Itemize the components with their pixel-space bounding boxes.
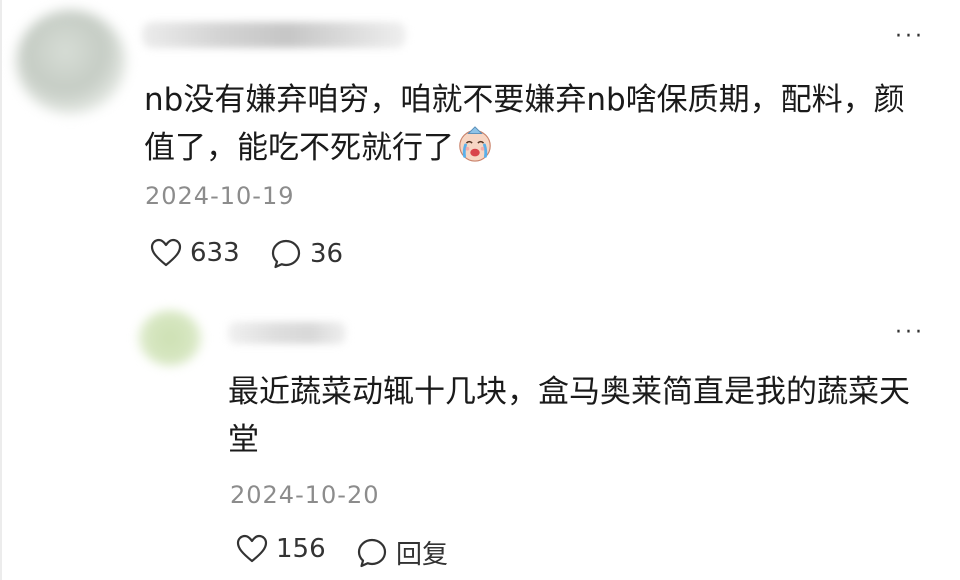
reply-reply-button[interactable]: 回复: [356, 534, 448, 571]
speech-bubble-icon: [357, 538, 387, 567]
heart-outline-icon: [236, 534, 268, 563]
reply-like-button[interactable]: 156: [236, 534, 326, 564]
like-button[interactable]: 633: [150, 238, 240, 268]
comment-date: 2024-10-19: [145, 182, 295, 210]
heart-outline-icon: [150, 238, 182, 267]
reply-like-count: 156: [276, 534, 326, 564]
reply-text: 最近蔬菜动辄十几块，盒马奥莱简直是我的蔬菜天堂: [228, 374, 910, 458]
crying-face-emoji: [459, 126, 491, 162]
comment-text-block: nb没有嫌弃咱穷，咱就不要嫌弃nb啥保质期，配料，颜值了，能吃不死就行了: [144, 76, 914, 172]
reply-button[interactable]: 36: [270, 238, 343, 270]
reply-count: 36: [310, 239, 344, 269]
reply-username-blurred[interactable]: [228, 322, 346, 344]
avatar[interactable]: [16, 10, 126, 114]
reply-date: 2024-10-20: [230, 481, 380, 509]
comment-thread: ··· nb没有嫌弃咱穷，咱就不要嫌弃nb啥保质期，配料，颜值了，能吃不死就行了…: [0, 0, 960, 580]
reply-avatar[interactable]: [138, 310, 202, 366]
speech-bubble-icon: [271, 239, 301, 269]
reply-label: 回复: [396, 540, 449, 570]
username-blurred[interactable]: [142, 22, 406, 48]
more-dots-icon[interactable]: ···: [895, 26, 925, 48]
comment-text: nb没有嫌弃咱穷，咱就不要嫌弃nb啥保质期，配料，颜值了，能吃不死就行了: [144, 82, 905, 166]
like-count: 633: [190, 238, 240, 268]
more-dots-icon[interactable]: ···: [895, 322, 925, 344]
